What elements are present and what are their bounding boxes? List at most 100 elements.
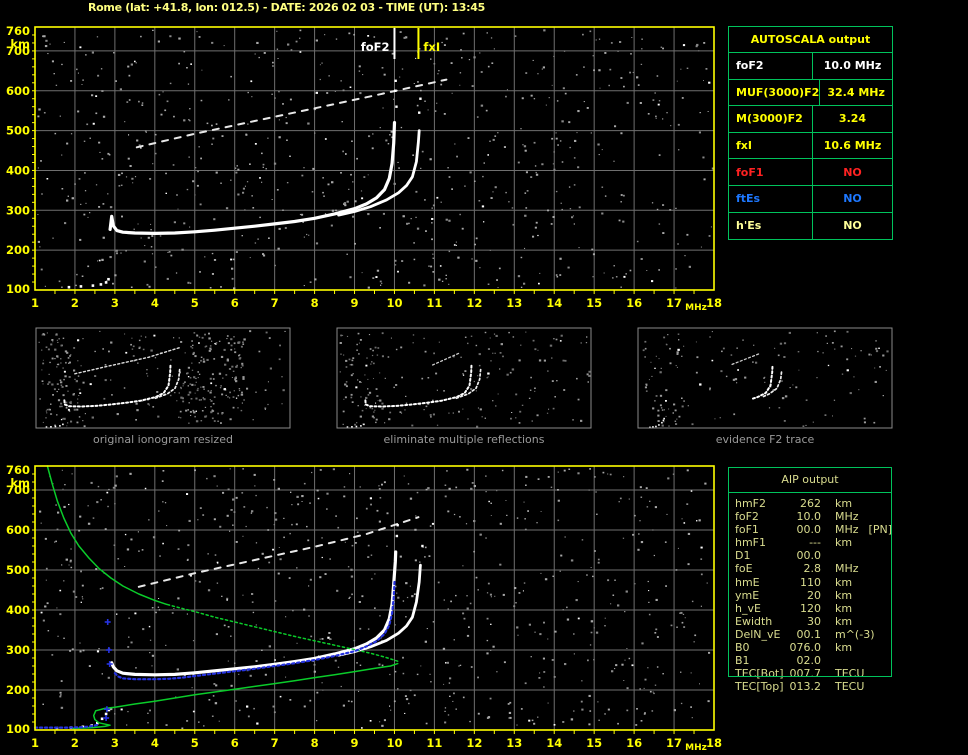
parameter-unit: km (835, 497, 853, 510)
parameter-value: 10.6 MHz (823, 139, 882, 153)
aip-row-Ewidth: Ewidth 30 km (728, 615, 892, 628)
axis-ticks (32, 473, 695, 734)
parameter-value: NO (843, 219, 862, 233)
autoscala-row-h'Es: h'Es NO (729, 212, 892, 240)
parameter-value: 120 (800, 601, 821, 615)
parameter-name: Ewidth (735, 614, 773, 628)
autoscala-row-ftEs: ftEs NO (729, 185, 892, 213)
x-tick-label: 17 (666, 736, 682, 750)
x-tick-label: 2 (71, 296, 79, 310)
autoscala-output-table: AUTOSCALA output foF2 10.0 MHz MUF(3000)F2… (728, 26, 893, 240)
parameter-value: 3.24 (838, 112, 867, 126)
y-axis-unit: km (10, 37, 30, 51)
autoscala-table-header: AUTOSCALA output (729, 27, 892, 53)
x-tick-label: 6 (231, 296, 239, 310)
x-trace (337, 129, 421, 217)
x-tick-label: 2 (71, 736, 79, 750)
autoscala-row-MUF(3000)F2: MUF(3000)F2 32.4 MHz (729, 79, 892, 107)
x-tick-label: 18 (706, 296, 722, 310)
x-tick-label: 6 (231, 736, 239, 750)
parameter-value: NO (843, 165, 862, 179)
autoscala-row-foF1: foF1 NO (729, 159, 892, 186)
parameter-name: MUF(3000)F2 (729, 79, 821, 106)
autoscala-row-foF2: foF2 10.0 MHz (729, 53, 892, 80)
y-tick-label: 500 (6, 124, 30, 138)
model-trace-f (113, 580, 396, 681)
aip-row-TEC[Top]: TEC[Top] 013.2 TECU (728, 680, 892, 693)
parameter-unit: MHz (835, 523, 859, 537)
aip-row-hmF2: hmF2 262 km (728, 497, 892, 510)
autoscala-row-M(3000)F2: M(3000)F2 3.24 (729, 106, 892, 133)
x-tick-label: 18 (706, 736, 722, 750)
parameter-name: hmF2 (735, 497, 767, 510)
marker-label: foF2 (361, 40, 390, 54)
x-tick-label: 4 (151, 736, 159, 750)
e-region-echo (45, 423, 64, 428)
aip-row-B0: B0 076.0 km (728, 641, 892, 654)
panel-border (637, 327, 893, 429)
aip-table-header: AIP output (728, 467, 892, 493)
aip-row-hmF1: hmF1 --- km (728, 536, 892, 549)
x-tick-label: 9 (351, 296, 359, 310)
parameter-name: foF1 (735, 523, 759, 537)
o-trace (108, 121, 397, 235)
autoscala-table-rows: foF2 10.0 MHz MUF(3000)F2 32.4 MHz M(3000)F2… (729, 53, 892, 240)
parameter-name: B1 (735, 654, 750, 668)
y-tick-label: 600 (6, 84, 30, 98)
parameter-name: TEC[Top] (735, 680, 784, 694)
multiple-hop-trace (135, 78, 448, 149)
x-tick-label: 7 (271, 736, 279, 750)
parameter-value: 10.0 (796, 510, 822, 524)
x-tick-label: 9 (351, 736, 359, 750)
x-trace (154, 368, 181, 400)
aip-table-rows: hmF2 262 km foF2 10.0 MHz foF1 00.0 MHz [PN] hmF1 -… (728, 493, 892, 693)
parameter-value: 00.0 (796, 549, 822, 563)
parameter-flag: [PN] (868, 523, 892, 537)
y-tick-label: 300 (6, 643, 30, 657)
parameter-name: TEC[Bot] (735, 667, 784, 681)
y-tick-label: 300 (6, 203, 30, 217)
parameter-value: 30 (807, 614, 821, 628)
parameter-name: M(3000)F2 (729, 106, 813, 132)
x-tick-label: 3 (111, 736, 119, 750)
multiple-hop-trace (74, 347, 181, 375)
y-tick-label: 600 (6, 523, 30, 537)
noise-dots (38, 330, 286, 428)
top-ionogram-plot: 760700600500400300200100km1 2 3 4 5 6 7 8 9 10 11 1… (6, 24, 722, 313)
parameter-name: foE (735, 562, 753, 576)
x-tick-label: 1 (31, 736, 39, 750)
x-tick-label: 12 (466, 736, 482, 750)
parameter-unit: km (835, 601, 853, 615)
parameter-name: hmF1 (735, 536, 767, 550)
processing-panel-0 (35, 327, 291, 429)
y-axis-unit: km (10, 476, 30, 490)
x-tick-label: 8 (311, 736, 319, 750)
x-tick-label: 5 (191, 736, 199, 750)
autoscala-row-fxI: fxI 10.6 MHz (729, 132, 892, 160)
e-region-echo (67, 277, 110, 289)
parameter-unit: MHz (835, 562, 859, 576)
x-tick-label: 11 (426, 736, 442, 750)
x-tick-label: 14 (546, 296, 562, 310)
aip-row-B1: B1 02.0 (728, 654, 892, 667)
x-tick-label: 15 (586, 296, 602, 310)
parameter-value: 076.0 (789, 641, 822, 655)
panel-border (336, 327, 592, 429)
aip-row-h_vE: h_vE 120 km (728, 602, 892, 615)
profile-topside-solid (46, 465, 168, 606)
parameter-unit: km (835, 575, 853, 589)
marker-foF2: foF2 (361, 28, 396, 59)
parameter-name: B0 (735, 641, 750, 655)
x-tick-label: 4 (151, 296, 159, 310)
parameter-name: fxI (729, 132, 813, 159)
hop-remnant (431, 352, 461, 366)
parameter-value: 2.8 (803, 562, 822, 576)
parameter-unit: km (835, 641, 853, 655)
parameter-value: 262 (800, 497, 821, 510)
y-tick-label: 400 (6, 163, 30, 177)
aip-row-hmE: hmE 110 km (728, 576, 892, 589)
hop-remnant (731, 353, 760, 366)
model-trace-e (33, 723, 100, 729)
y-tick-label: 500 (6, 563, 30, 577)
parameter-value: 02.0 (796, 654, 822, 668)
